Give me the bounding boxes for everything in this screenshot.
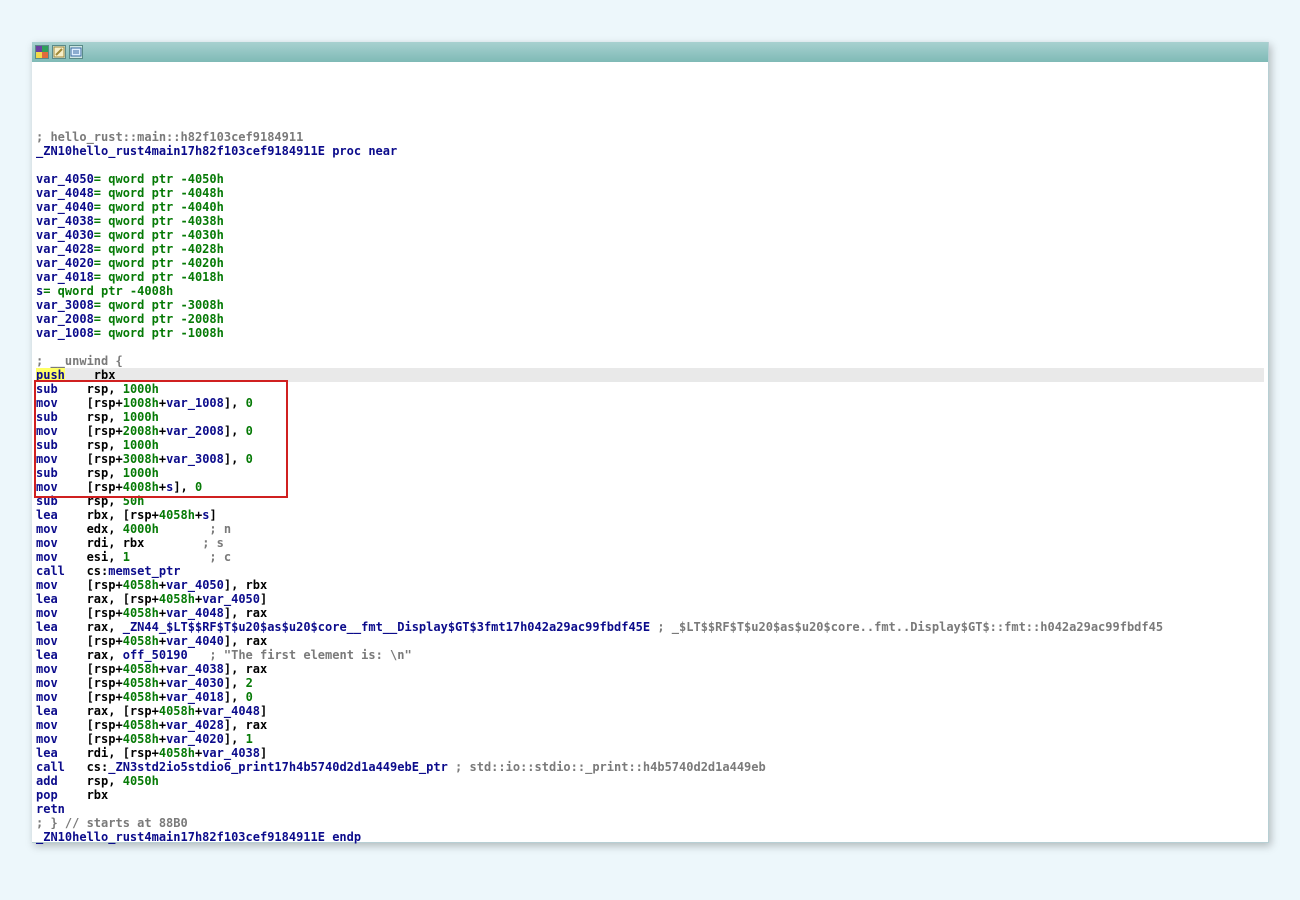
code-line: var_4048= qword ptr -4048h [36,186,1264,200]
code-line: s= qword ptr -4008h [36,284,1264,298]
code-line: push rbx [36,368,1264,382]
code-line: var_1008= qword ptr -1008h [36,326,1264,340]
code-line: pop rbx [36,788,1264,802]
code-line: mov [rsp+4058h+var_4050], rbx [36,578,1264,592]
code-line: sub rsp, 50h [36,494,1264,508]
code-line: var_4050= qword ptr -4050h [36,172,1264,186]
edit-icon[interactable] [52,45,66,59]
code-line: mov [rsp+4058h+var_4038], rax [36,662,1264,676]
disassembly-listing[interactable]: ; hello_rust::main::h82f103cef9184911_ZN… [32,62,1268,848]
view-icon[interactable] [69,45,83,59]
code-line: var_4038= qword ptr -4038h [36,214,1264,228]
code-line: lea rax, [rsp+4058h+var_4048] [36,704,1264,718]
code-line: lea rax, [rsp+4058h+var_4050] [36,592,1264,606]
code-line: sub rsp, 1000h [36,466,1264,480]
code-line: call cs:memset_ptr [36,564,1264,578]
code-line: mov [rsp+4058h+var_4020], 1 [36,732,1264,746]
code-line: mov [rsp+4058h+var_4048], rax [36,606,1264,620]
code-line: sub rsp, 1000h [36,382,1264,396]
code-line [36,340,1264,354]
code-line: mov [rsp+4008h+s], 0 [36,480,1264,494]
code-line: mov [rsp+4058h+var_4040], rax [36,634,1264,648]
code-line: lea rdi, [rsp+4058h+var_4038] [36,746,1264,760]
code-line: add rsp, 4050h [36,774,1264,788]
code-line: retn [36,802,1264,816]
code-line: _ZN10hello_rust4main17h82f103cef9184911E… [36,144,1264,158]
code-line: lea rax, off_50190 ; "The first element … [36,648,1264,662]
code-line: mov [rsp+1008h+var_1008], 0 [36,396,1264,410]
code-line: _ZN10hello_rust4main17h82f103cef9184911E… [36,830,1264,844]
code-line: sub rsp, 1000h [36,438,1264,452]
disassembly-window: ; hello_rust::main::h82f103cef9184911_ZN… [32,42,1269,843]
code-line: var_4040= qword ptr -4040h [36,200,1264,214]
window-titlebar [32,42,1268,62]
code-line: mov rdi, rbx ; s [36,536,1264,550]
code-line: sub rsp, 1000h [36,410,1264,424]
code-line: ; __unwind { [36,354,1264,368]
code-line: call cs:_ZN3std2io5stdio6_print17h4b5740… [36,760,1264,774]
code-line: var_2008= qword ptr -2008h [36,312,1264,326]
code-line: ; hello_rust::main::h82f103cef9184911 [36,130,1264,144]
code-line: mov [rsp+4058h+var_4018], 0 [36,690,1264,704]
code-line: var_4028= qword ptr -4028h [36,242,1264,256]
code-line: mov [rsp+3008h+var_3008], 0 [36,452,1264,466]
code-line: mov edx, 4000h ; n [36,522,1264,536]
code-line: lea rax, _ZN44_$LT$$RF$T$u20$as$u20$core… [36,620,1264,634]
code-line: mov [rsp+4058h+var_4030], 2 [36,676,1264,690]
code-line: var_3008= qword ptr -3008h [36,298,1264,312]
code-line: var_4030= qword ptr -4030h [36,228,1264,242]
code-line: mov [rsp+2008h+var_2008], 0 [36,424,1264,438]
code-line: var_4018= qword ptr -4018h [36,270,1264,284]
color-palette-icon[interactable] [35,45,49,59]
code-line: lea rbx, [rsp+4058h+s] [36,508,1264,522]
code-line: mov esi, 1 ; c [36,550,1264,564]
code-line: mov [rsp+4058h+var_4028], rax [36,718,1264,732]
code-line: var_4020= qword ptr -4020h [36,256,1264,270]
code-line: ; } // starts at 88B0 [36,816,1264,830]
code-line [36,158,1264,172]
